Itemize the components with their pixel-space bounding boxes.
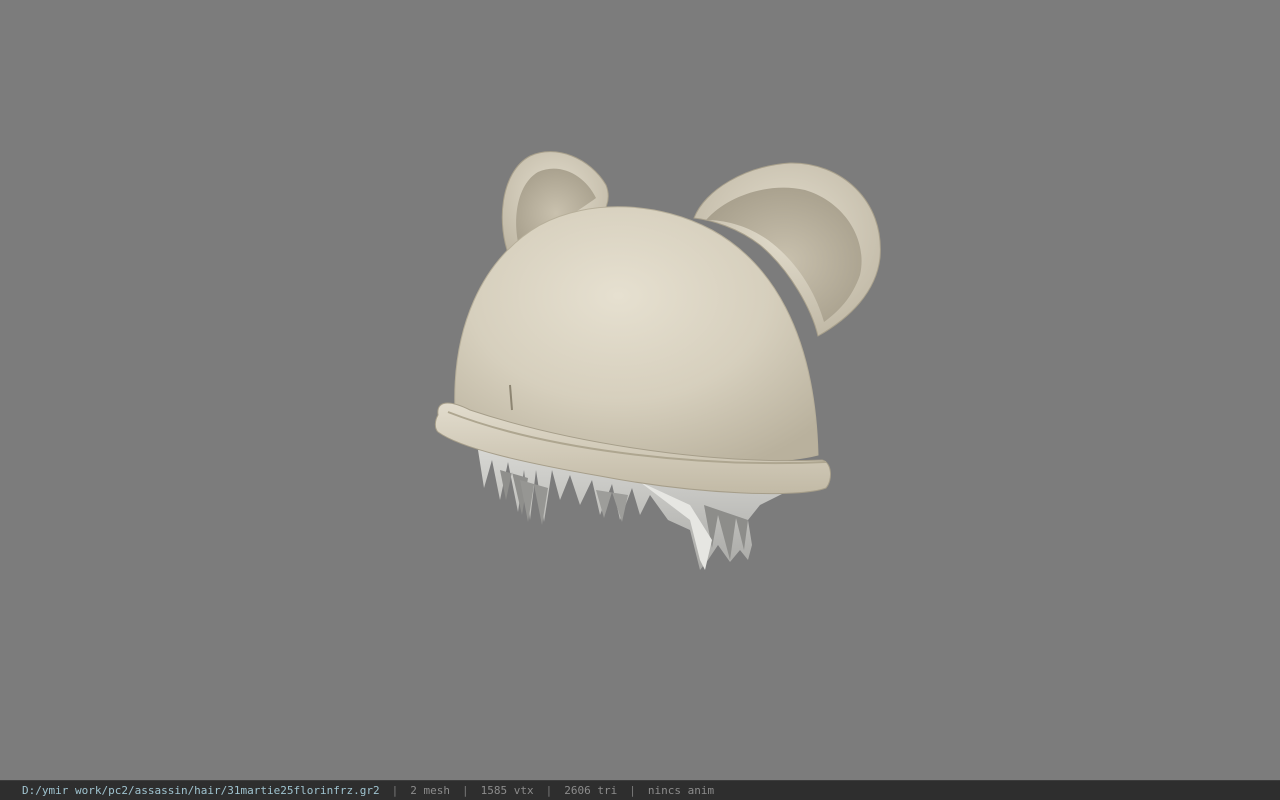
separator: | xyxy=(391,784,399,797)
file-path: D:/ymir work/pc2/assassin/hair/31martie2… xyxy=(22,784,380,797)
separator: | xyxy=(462,784,469,797)
3d-viewport[interactable] xyxy=(0,0,1280,780)
model-render xyxy=(434,151,881,570)
triangle-count: 2606 tri xyxy=(564,784,618,797)
separator: | xyxy=(629,784,636,797)
status-bar: D:/ymir work/pc2/assassin/hair/31martie2… xyxy=(0,780,1280,800)
vertex-count: 1585 vtx xyxy=(480,784,534,797)
animation-status: nincs anim xyxy=(647,784,715,797)
mesh-count: 2 mesh xyxy=(410,784,450,797)
separator: | xyxy=(545,784,553,797)
